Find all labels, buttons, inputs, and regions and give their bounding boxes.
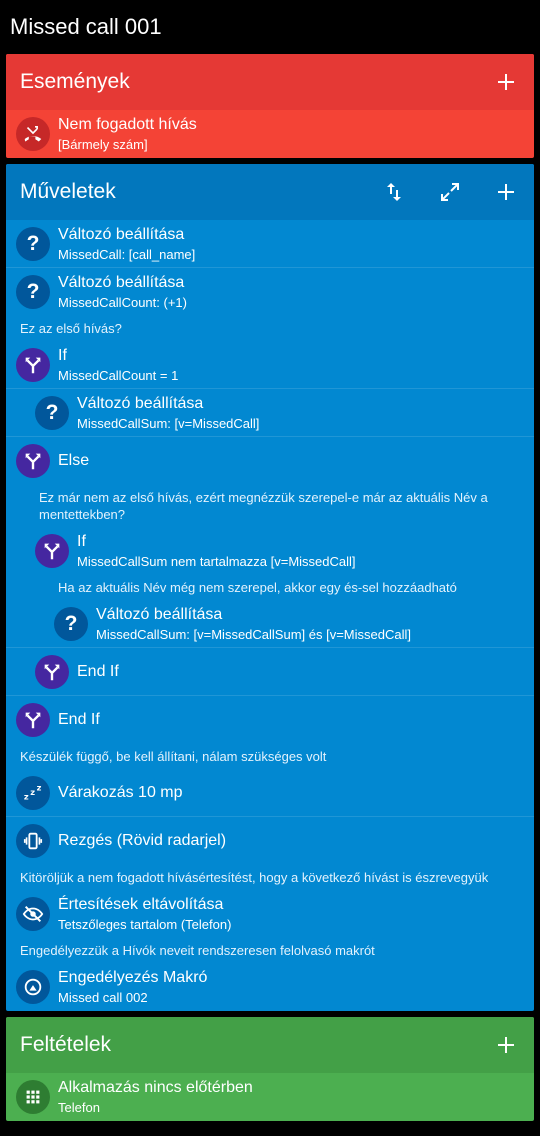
action-comment: Engedélyezzük a Hívók neveit rendszerese… [20, 943, 375, 958]
action-subtitle: MissedCallSum: [v=MissedCall] [77, 416, 260, 431]
action-item[interactable]: If MissedCallCount = 1 [6, 341, 534, 389]
branch-icon [16, 703, 50, 737]
action-title: Változó beállítása [77, 395, 204, 412]
add-constraint-button[interactable] [478, 1017, 534, 1073]
question-icon: ? [35, 396, 69, 430]
action-subtitle: MissedCallSum: [v=MissedCallSum] és [v=M… [96, 627, 411, 642]
constraint-title: Alkalmazás nincs előtérben [58, 1079, 253, 1096]
action-subtitle: Missed call 002 [58, 990, 148, 1005]
action-item[interactable]: If MissedCallSum nem tartalmazza [v=Misse… [6, 527, 534, 575]
macro-icon [16, 970, 50, 1004]
action-item[interactable]: ? Változó beállítása MissedCallSum: [v=Mis… [6, 600, 534, 648]
action-item[interactable]: z z z Várakozás 10 mp [6, 769, 534, 817]
branch-icon [35, 655, 69, 689]
action-title: Rezgés (Rövid radarjel) [58, 832, 227, 849]
trigger-title: Nem fogadott hívás [58, 116, 197, 133]
trigger-subtitle: [Bármely szám] [58, 137, 148, 152]
constraints-title: Feltételek [20, 1033, 112, 1056]
question-icon: ? [54, 607, 88, 641]
triggers-header: Események [6, 54, 534, 110]
trigger-item[interactable]: Nem fogadott hívás [Bármely szám] [6, 110, 534, 158]
action-title: Értesítések eltávolítása [58, 896, 224, 913]
action-item[interactable]: Else [6, 437, 534, 485]
actions-header: Műveletek [6, 164, 534, 220]
actions-section: Műveletek ? Változó beállítása MissedCall:… [6, 164, 534, 1011]
triggers-title: Események [20, 70, 130, 93]
svg-text:z: z [30, 787, 35, 797]
action-item[interactable]: End If [6, 648, 534, 696]
sleep-icon: zzz [16, 776, 50, 810]
missed-call-icon [16, 117, 50, 151]
action-item[interactable]: Értesítések eltávolítása Tetszőleges tart… [6, 890, 534, 938]
action-title: If [77, 533, 86, 550]
triggers-section: Események Nem fogadott hívás [Bármely sz… [6, 54, 534, 158]
action-title: Változó beállítása [96, 606, 223, 623]
plus-icon [498, 184, 514, 200]
actions-title: Műveletek [20, 180, 116, 203]
swap-vertical-icon [387, 183, 401, 201]
plus-icon [498, 74, 514, 90]
action-subtitle: MissedCallCount: (+1) [58, 295, 187, 310]
question-icon: ? [16, 275, 50, 309]
action-title: Változó beállítása [58, 274, 185, 291]
app-grid-icon [16, 1080, 50, 1114]
action-item[interactable]: End If [6, 696, 534, 744]
branch-icon [16, 444, 50, 478]
action-comment: Ez már nem az első hívás, ezért megnézzü… [39, 490, 488, 522]
action-comment: Ez az első hívás? [20, 321, 122, 336]
action-title: End If [77, 663, 119, 680]
action-comment: Ha az aktuális Név még nem szerepel, akk… [58, 580, 457, 595]
branch-icon [35, 534, 69, 568]
action-item[interactable]: ? Változó beállítása MissedCallCount: (+1) [6, 268, 534, 316]
action-title: Engedélyezés Makró [58, 969, 208, 986]
action-item[interactable]: ? Változó beállítása MissedCallSum: [v=Mis… [6, 389, 534, 437]
eye-off-icon [16, 897, 50, 931]
action-comment: Készülék függő, be kell állítani, nálam … [20, 749, 327, 764]
expand-icon [441, 183, 459, 201]
action-title: Változó beállítása [58, 226, 185, 243]
plus-icon [498, 1037, 514, 1053]
action-title: If [58, 347, 67, 364]
action-subtitle: Tetszőleges tartalom (Telefon) [58, 917, 232, 932]
svg-text:z: z [37, 782, 42, 792]
action-item[interactable]: Engedélyezés Makró Missed call 002 [6, 963, 534, 1011]
constraint-subtitle: Telefon [58, 1100, 100, 1115]
constraints-section: Feltételek Alkalmazás nincs előtérben Te… [6, 1017, 534, 1121]
action-title: Else [58, 452, 90, 469]
action-item[interactable]: ? Változó beállítása MissedCall: [call_nam… [6, 220, 534, 268]
vibrate-icon [16, 824, 50, 858]
reorder-button[interactable] [366, 164, 422, 220]
action-comment: Kitöröljük a nem fogadott hívásértesítés… [20, 870, 489, 885]
svg-text:z: z [24, 791, 29, 801]
action-subtitle: MissedCallCount = 1 [58, 368, 179, 383]
action-title: Várakozás 10 mp [58, 784, 183, 801]
expand-button[interactable] [422, 164, 478, 220]
add-action-button[interactable] [478, 164, 534, 220]
action-item[interactable]: Rezgés (Rövid radarjel) [6, 817, 534, 865]
action-list: ? Változó beállítása MissedCall: [call_nam… [6, 220, 534, 1011]
action-title: End If [58, 711, 100, 728]
action-subtitle: MissedCallSum nem tartalmazza [v=MissedC… [77, 554, 356, 569]
constraint-item[interactable]: Alkalmazás nincs előtérben Telefon [6, 1073, 534, 1121]
add-trigger-button[interactable] [478, 54, 534, 110]
action-subtitle: MissedCall: [call_name] [58, 247, 196, 262]
branch-icon [16, 348, 50, 382]
constraints-header: Feltételek [6, 1017, 534, 1073]
window-title: Missed call 001 [10, 14, 162, 39]
question-icon: ? [16, 227, 50, 261]
